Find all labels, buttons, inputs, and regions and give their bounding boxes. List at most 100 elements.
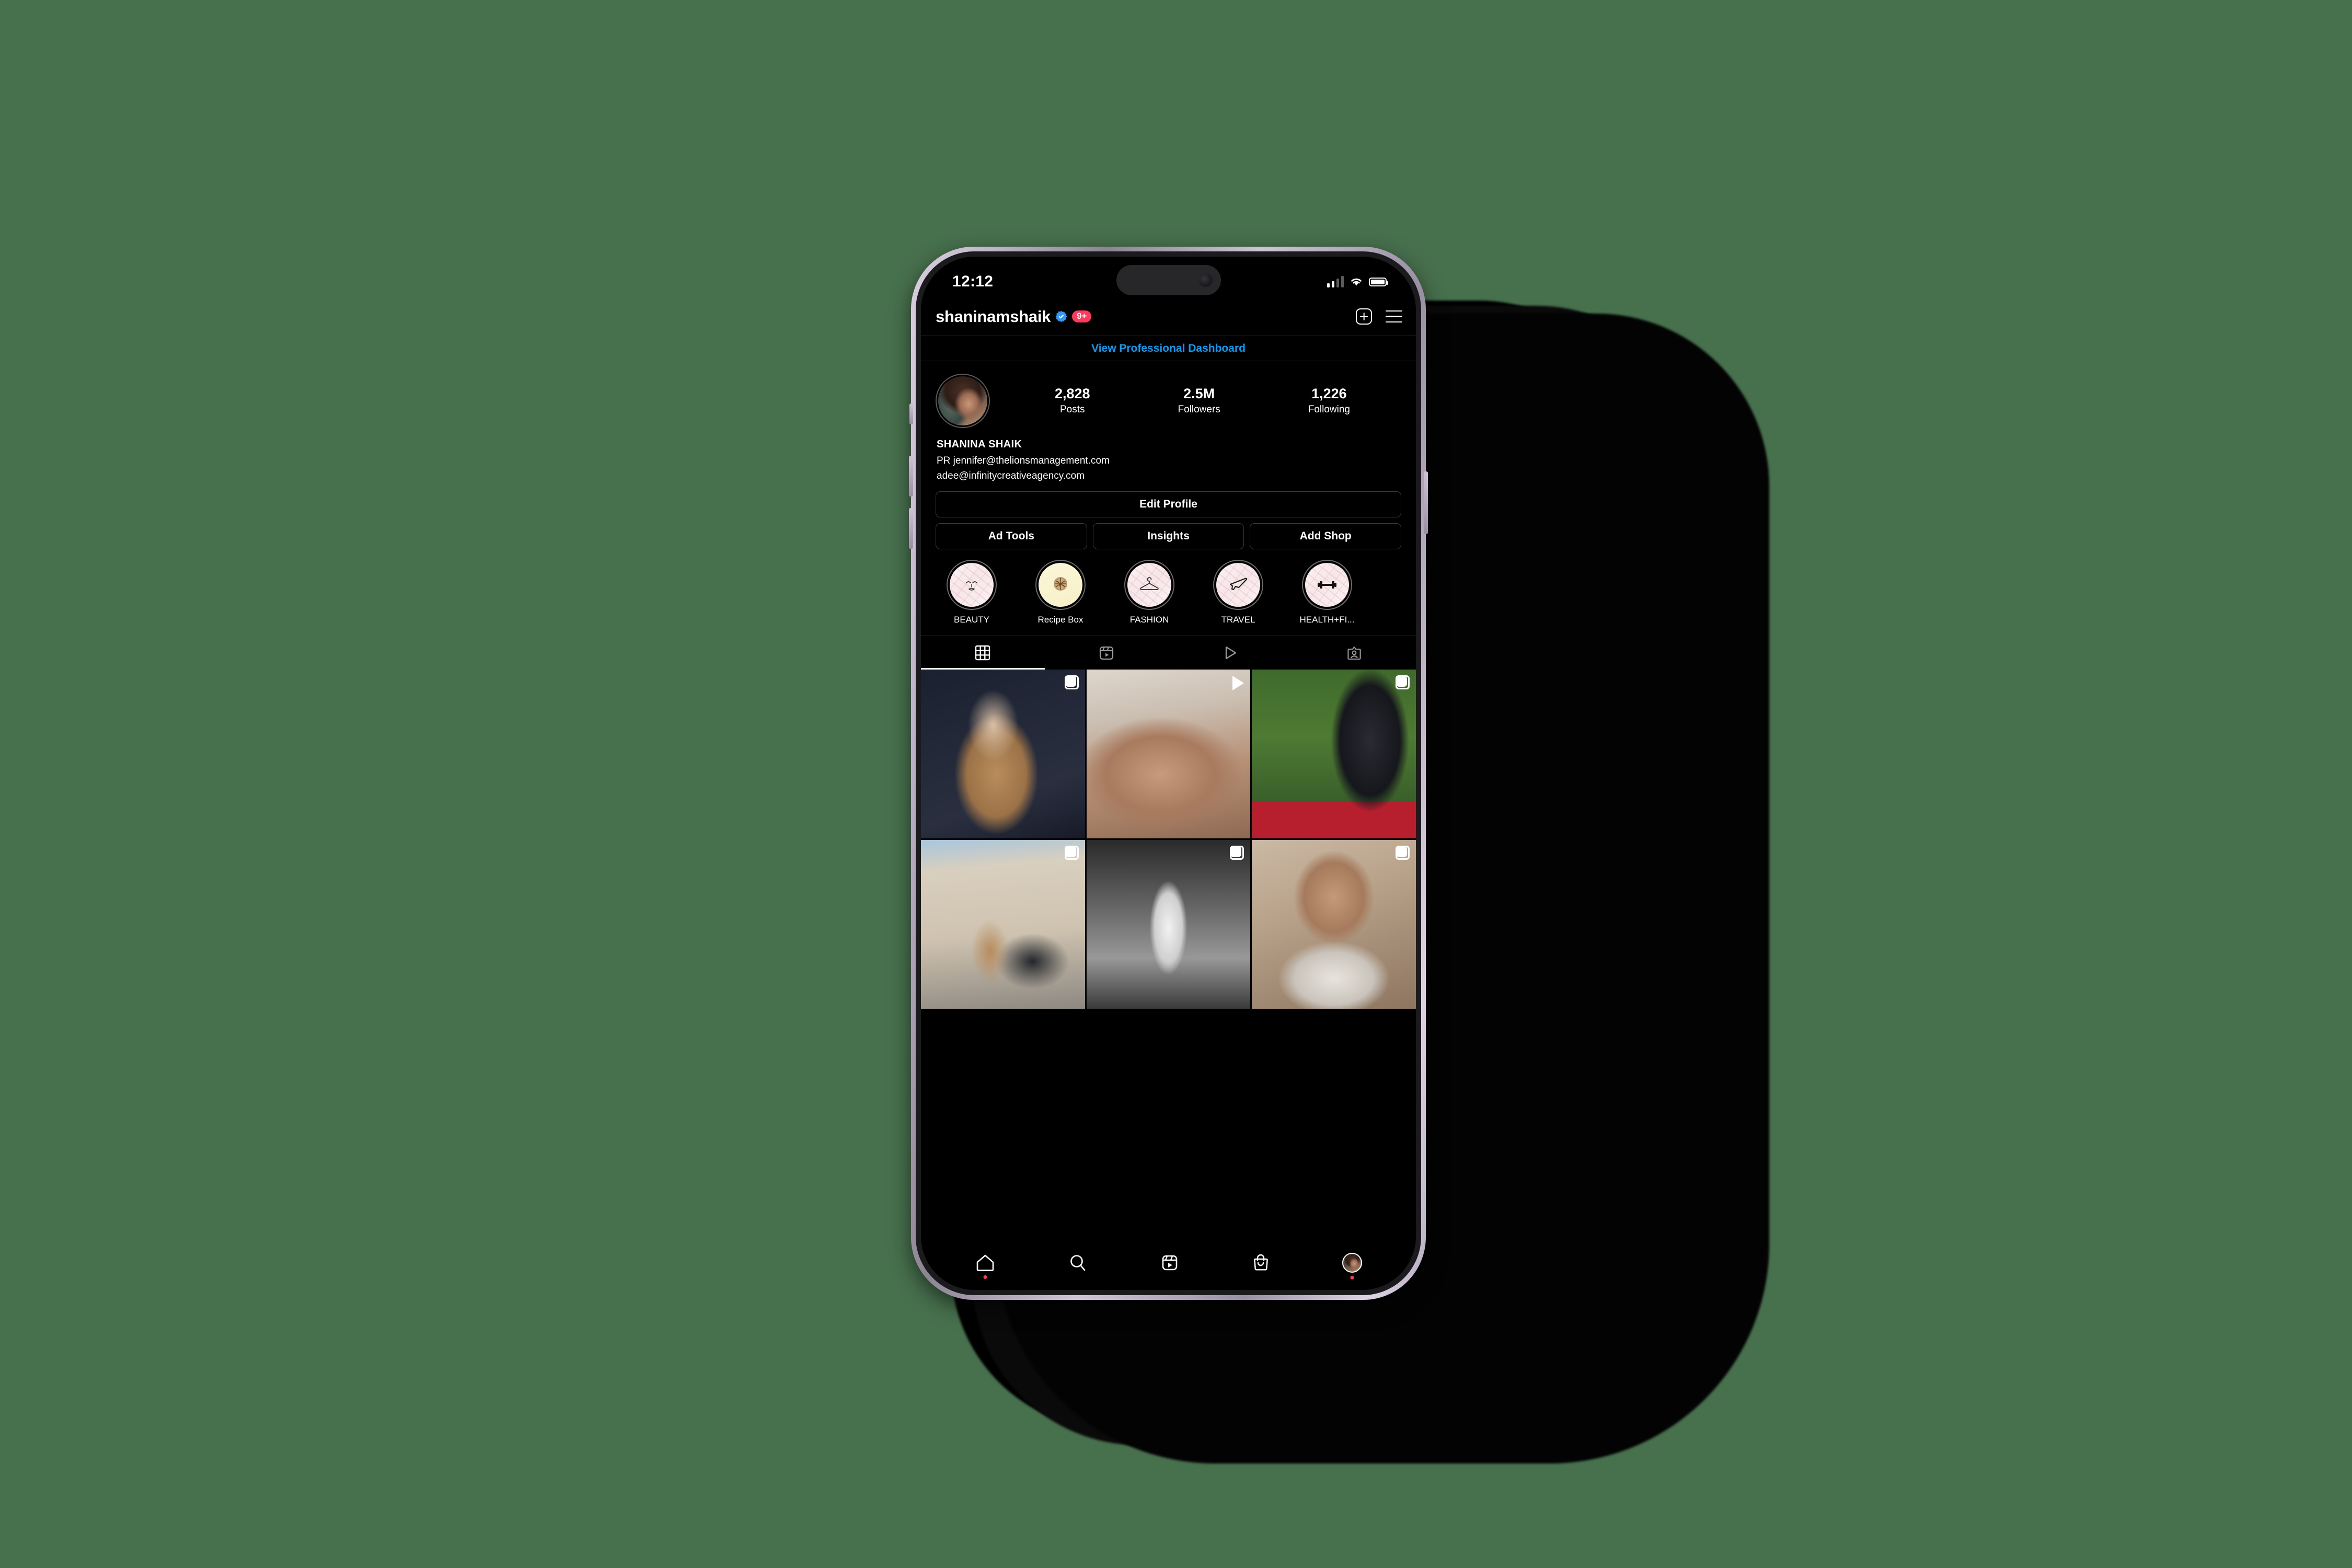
highlight-cover: [1039, 562, 1082, 607]
highlight-cover: [1216, 562, 1260, 607]
nav-reels[interactable]: [1160, 1253, 1179, 1272]
profile-stats: 2,828 Posts 2.5M Followers 1,226 Followi…: [990, 385, 1401, 417]
bottom-navigation: [921, 1236, 1416, 1290]
highlight-health-fitness[interactable]: HEALTH+FI...: [1288, 559, 1366, 625]
edit-profile-button[interactable]: Edit Profile: [936, 491, 1401, 517]
username-area[interactable]: shaninamshaik 9+: [936, 307, 1092, 326]
highlight-cover: [1305, 562, 1349, 607]
post-grid: [921, 669, 1416, 1009]
header-actions: [1356, 308, 1402, 325]
profile-avatar[interactable]: [936, 374, 990, 428]
volume-down-button[interactable]: [909, 508, 913, 549]
tab-video[interactable]: [1169, 636, 1293, 670]
stat-followers-value: 2.5M: [1183, 385, 1215, 401]
pie-icon: [1054, 577, 1067, 591]
reels-icon: [1162, 1255, 1177, 1271]
highlight-ring: [947, 559, 997, 610]
stat-following-label: Following: [1308, 403, 1350, 415]
view-professional-dashboard-link[interactable]: View Professional Dashboard: [921, 336, 1416, 361]
avatar-image: [938, 376, 987, 425]
airplane-icon: [1229, 578, 1248, 590]
carousel-icon: [1064, 675, 1079, 689]
carousel-icon: [1230, 845, 1244, 860]
display-name: SHANINA SHAIK: [937, 439, 1022, 450]
stat-following-value: 1,226: [1311, 385, 1347, 401]
carousel-icon: [1064, 845, 1079, 860]
post-cell[interactable]: [1252, 669, 1416, 838]
highlight-label: HEALTH+FI...: [1299, 614, 1355, 625]
profile-body: 2,828 Posts 2.5M Followers 1,226 Followi…: [921, 361, 1416, 1236]
verified-badge-icon: [1055, 310, 1067, 322]
profile-header-row: 2,828 Posts 2.5M Followers 1,226 Followi…: [921, 361, 1416, 428]
face-icon: [966, 581, 977, 591]
highlight-ring: [1124, 559, 1174, 610]
highlight-travel[interactable]: TRAVEL: [1199, 559, 1277, 625]
highlight-fashion[interactable]: FASHION: [1110, 559, 1189, 625]
wifi-icon: [1351, 278, 1362, 286]
highlight-cover: [950, 562, 994, 607]
play-triangle-icon: [1225, 646, 1237, 660]
nav-home[interactable]: [975, 1253, 995, 1279]
dynamic-island: [1116, 265, 1221, 295]
tab-tagged[interactable]: [1292, 636, 1416, 670]
phone-device: 12:12 shaninamshaik 9+ View Professional…: [909, 247, 1428, 1300]
secondary-actions-row: Ad Tools Insights Add Shop: [921, 517, 1416, 549]
insights-button[interactable]: Insights: [1092, 523, 1244, 549]
reels-icon: [1100, 646, 1114, 660]
battery-full-icon: [1369, 277, 1388, 286]
home-icon: [976, 1254, 994, 1271]
nav-shop[interactable]: [1252, 1253, 1270, 1272]
tab-reels[interactable]: [1045, 636, 1169, 670]
nav-search[interactable]: [1068, 1253, 1088, 1272]
ad-tools-button[interactable]: Ad Tools: [936, 523, 1087, 549]
power-button[interactable]: [1424, 471, 1428, 534]
carousel-icon: [1395, 845, 1410, 860]
grid-icon: [975, 645, 990, 661]
post-cell[interactable]: [921, 839, 1085, 1009]
hamburger-menu-icon[interactable]: [1386, 310, 1402, 323]
signal-bars-icon: [1327, 276, 1344, 287]
status-bar-indicators: [1327, 276, 1388, 287]
play-icon: [1232, 675, 1244, 690]
notification-count-badge[interactable]: 9+: [1072, 310, 1092, 323]
nav-profile[interactable]: [1342, 1253, 1362, 1279]
highlight-ring: [1035, 559, 1086, 610]
post-cell[interactable]: [1086, 839, 1251, 1009]
stat-posts-value: 2,828: [1054, 385, 1090, 401]
stat-posts[interactable]: 2,828 Posts: [1055, 385, 1090, 417]
highlight-recipe-box[interactable]: Recipe Box: [1021, 559, 1100, 625]
bio-line-2: adee@infinitycreativeagency.com: [937, 470, 1085, 482]
highlight-beauty[interactable]: BEAUTY: [932, 559, 1011, 625]
status-bar: 12:12: [921, 257, 1416, 297]
phone-bezel: 12:12 shaninamshaik 9+ View Professional…: [916, 251, 1421, 1295]
post-cell[interactable]: [1086, 669, 1251, 838]
tagged-person-icon: [1347, 646, 1361, 660]
post-cell[interactable]: [1252, 839, 1416, 1009]
highlight-ring: [1302, 559, 1352, 610]
shopping-bag-icon: [1253, 1254, 1268, 1271]
home-notification-dot: [983, 1275, 987, 1279]
highlight-cover: [1127, 562, 1171, 607]
plus-square-icon[interactable]: [1356, 308, 1372, 325]
profile-notification-dot: [1350, 1276, 1354, 1279]
stat-followers[interactable]: 2.5M Followers: [1178, 385, 1220, 417]
highlight-ring: [1213, 559, 1263, 610]
post-cell[interactable]: [921, 669, 1085, 838]
edit-profile-row: Edit Profile: [921, 484, 1416, 517]
content-tabs: [921, 635, 1416, 670]
username-label: shaninamshaik: [936, 307, 1051, 326]
highlight-label: BEAUTY: [953, 614, 990, 625]
carousel-icon: [1395, 675, 1410, 689]
highlight-label: TRAVEL: [1221, 614, 1255, 625]
add-shop-button[interactable]: Add Shop: [1250, 523, 1402, 549]
stat-following[interactable]: 1,226 Following: [1308, 385, 1350, 417]
silent-switch[interactable]: [909, 403, 913, 424]
app-header: shaninamshaik 9+: [921, 297, 1416, 336]
search-icon: [1070, 1255, 1085, 1271]
tab-grid[interactable]: [921, 636, 1045, 670]
profile-avatar-icon: [1342, 1253, 1362, 1273]
stat-posts-label: Posts: [1059, 403, 1085, 415]
highlight-label: FASHION: [1129, 614, 1169, 625]
story-highlights: BEAUTY Recipe Box FASHION TRAVEL HEALTH+…: [921, 549, 1416, 625]
volume-up-button[interactable]: [909, 456, 913, 497]
